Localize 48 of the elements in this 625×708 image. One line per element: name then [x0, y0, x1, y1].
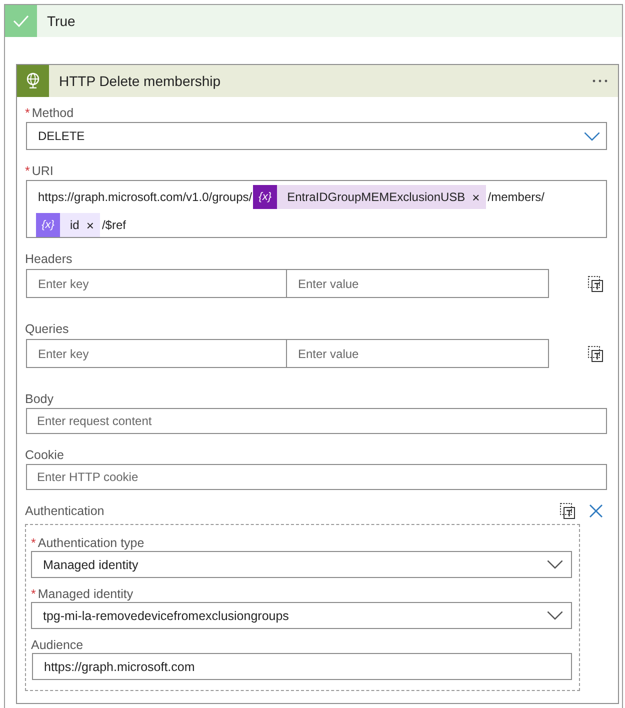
uri-text: /members/: [486, 190, 546, 204]
required-mark: *: [31, 587, 36, 601]
action-title: HTTP Delete membership: [59, 73, 222, 89]
token-chip[interactable]: {x} id ×: [36, 213, 100, 237]
field-label: Queries: [25, 322, 69, 336]
field-label: Managed identity: [38, 587, 134, 601]
branch-label: True: [47, 13, 76, 29]
field-label: Body: [25, 392, 54, 406]
check-icon: [5, 5, 37, 37]
token-label: id: [69, 218, 80, 232]
key-input[interactable]: Enter key: [26, 269, 287, 298]
token-chip[interactable]: {x} EntraIDGroupMEMExclusionUSB ×: [253, 185, 486, 209]
text-input[interactable]: Enter request content: [26, 408, 607, 434]
text-mode-icon[interactable]: [560, 503, 575, 519]
chevron-down-icon[interactable]: [584, 132, 600, 140]
text-mode-icon[interactable]: [588, 276, 603, 292]
text-input[interactable]: https://graph.microsoft.com: [32, 653, 572, 680]
field-label: URI: [32, 164, 54, 178]
field-label: Method: [32, 106, 74, 120]
text-input[interactable]: Enter HTTP cookie: [26, 464, 607, 490]
uri-text: /$ref: [100, 218, 127, 232]
required-mark: *: [31, 536, 36, 550]
field-label: Authentication: [25, 504, 106, 518]
uri-field[interactable]: https://graph.microsoft.com/v1.0/groups/ {x} EntraIDGroupMEMExclusionUSB × /members/ {x} id × /$ref: [26, 180, 607, 238]
required-mark: *: [25, 106, 30, 120]
value-input[interactable]: Enter value: [287, 339, 549, 368]
variable-icon: {x}: [36, 213, 60, 237]
text-mode-icon[interactable]: [588, 346, 603, 362]
globe-icon: [17, 65, 49, 97]
required-mark: *: [25, 164, 30, 178]
dropdown[interactable]: tpg-mi-la-removedevicefromexclusiongroups: [31, 602, 572, 629]
field-label: Audience: [31, 638, 84, 652]
dropdown[interactable]: Managed identity: [31, 551, 572, 578]
close-icon[interactable]: [589, 504, 603, 518]
more-icon[interactable]: [592, 79, 608, 83]
dropdown[interactable]: DELETE: [26, 122, 607, 150]
key-input[interactable]: Enter key: [26, 339, 287, 368]
uri-text: https://graph.microsoft.com/v1.0/groups/: [37, 190, 254, 204]
field-label: Authentication type: [38, 536, 144, 550]
chevron-down-icon[interactable]: [547, 560, 563, 569]
token-label: EntraIDGroupMEMExclusionUSB: [286, 190, 466, 204]
remove-token-button[interactable]: ×: [86, 218, 94, 232]
remove-token-button[interactable]: ×: [472, 190, 480, 204]
field-label: Cookie: [25, 448, 64, 462]
variable-icon: {x}: [253, 185, 278, 209]
chevron-down-icon[interactable]: [547, 611, 563, 620]
value-input[interactable]: Enter value: [287, 269, 549, 298]
field-label: Headers: [25, 252, 72, 266]
